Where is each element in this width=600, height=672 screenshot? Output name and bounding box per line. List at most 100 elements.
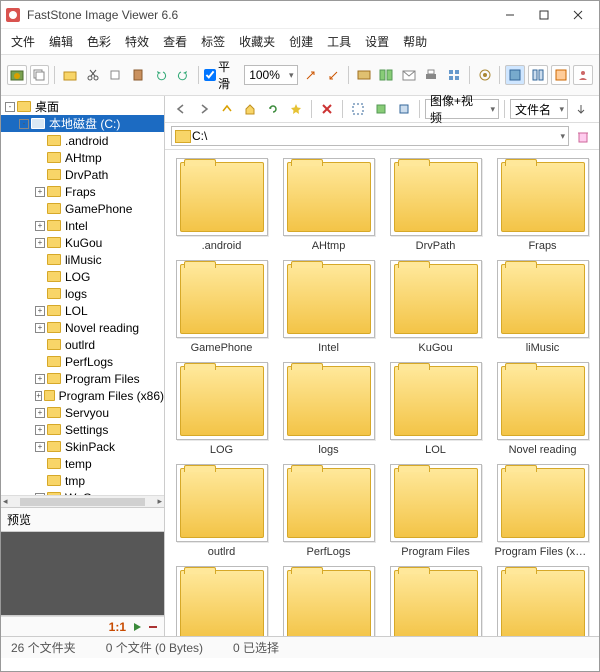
tree-hscroll[interactable]: ◂ ▸ (1, 495, 164, 507)
expander-icon[interactable]: + (35, 442, 45, 452)
view-dual-icon[interactable] (528, 65, 548, 85)
menu-item[interactable]: 查看 (159, 31, 191, 52)
nav-forward-icon[interactable] (194, 99, 214, 119)
maximize-button[interactable] (527, 5, 561, 25)
minimize-button[interactable] (493, 5, 527, 25)
view-people-icon[interactable] (573, 65, 593, 85)
paste-icon[interactable] (128, 65, 148, 85)
expander-icon[interactable]: + (35, 221, 45, 231)
thumbnail-item[interactable]: Novel reading (490, 360, 595, 458)
expander-icon[interactable]: + (35, 374, 45, 384)
tree-node[interactable]: LOG (1, 268, 164, 285)
menu-item[interactable]: 创建 (285, 31, 317, 52)
zoom-out-icon[interactable] (301, 65, 321, 85)
thumbnail-grid[interactable]: .androidAHtmpDrvPathFraps GamePhoneIntelK… (165, 150, 599, 636)
thumbnail-item[interactable]: PerfLogs (276, 462, 381, 560)
nav-up-icon[interactable] (217, 99, 237, 119)
compare-icon[interactable] (376, 65, 396, 85)
sort-dir-icon[interactable] (571, 99, 591, 119)
tree-node[interactable]: logs (1, 285, 164, 302)
expander-icon[interactable]: - (19, 119, 29, 129)
expander-icon[interactable]: + (35, 425, 45, 435)
info-icon[interactable] (394, 99, 414, 119)
tree-node[interactable]: +Fraps (1, 183, 164, 200)
menu-item[interactable]: 收藏夹 (235, 31, 279, 52)
thumbnail-item[interactable]: Intel (276, 258, 381, 356)
nav-home-icon[interactable] (240, 99, 260, 119)
folder-icon[interactable] (60, 65, 80, 85)
close-button[interactable] (561, 5, 595, 25)
expander-icon[interactable]: + (35, 391, 42, 401)
tree-node[interactable]: .android (1, 132, 164, 149)
thumbnail-item[interactable]: DrvPath (383, 156, 488, 254)
tree-node[interactable]: liMusic (1, 251, 164, 268)
expander-icon[interactable]: + (35, 306, 45, 316)
expander-icon[interactable]: + (35, 408, 45, 418)
menu-item[interactable]: 设置 (361, 31, 393, 52)
redo-icon[interactable] (173, 65, 193, 85)
thumbnail-item[interactable]: AHtmp (276, 156, 381, 254)
tree-node[interactable]: PerfLogs (1, 353, 164, 370)
tree-node[interactable]: +Settings (1, 421, 164, 438)
thumbnail-item[interactable]: temp (490, 564, 595, 636)
thumbnail-item[interactable]: LOG (169, 360, 274, 458)
smooth-checkbox[interactable]: 平滑 (204, 58, 241, 92)
delete-icon[interactable] (317, 99, 337, 119)
tree-node[interactable]: -桌面 (1, 98, 164, 115)
thumbnail-item[interactable]: Fraps (490, 156, 595, 254)
tree-node[interactable]: +LOL (1, 302, 164, 319)
thumbnail-item[interactable]: KuGou (383, 258, 488, 356)
thumbnail-item[interactable]: SkinPack (383, 564, 488, 636)
tree-node[interactable]: temp (1, 455, 164, 472)
thumbnail-item[interactable]: Program Files (383, 462, 488, 560)
thumb-size-icon[interactable] (444, 65, 464, 85)
tree-node[interactable]: +Servyou (1, 404, 164, 421)
expander-icon[interactable]: - (5, 102, 15, 112)
tree-node[interactable]: +SkinPack (1, 438, 164, 455)
email-icon[interactable] (399, 65, 419, 85)
menu-item[interactable]: 标签 (197, 31, 229, 52)
print-icon[interactable] (422, 65, 442, 85)
tree-node[interactable]: +KuGou (1, 234, 164, 251)
tree-node[interactable]: outlrd (1, 336, 164, 353)
scroll-right-icon[interactable]: ▸ (155, 496, 164, 507)
menu-item[interactable]: 帮助 (399, 31, 431, 52)
tree-node[interactable]: +Novel reading (1, 319, 164, 336)
menu-item[interactable]: 工具 (323, 31, 355, 52)
thumbnail-item[interactable]: Settings (276, 564, 381, 636)
expander-icon[interactable]: + (35, 187, 45, 197)
view-full-icon[interactable] (551, 65, 571, 85)
tree-node[interactable]: +Intel (1, 217, 164, 234)
thumbnail-item[interactable]: outlrd (169, 462, 274, 560)
folder-tree[interactable]: -桌面-本地磁盘 (C:).androidAHtmpDrvPath+FrapsG… (1, 96, 164, 495)
zoom-combo[interactable]: 100% (244, 65, 297, 85)
thumbnail-item[interactable]: Program Files (x86) (490, 462, 595, 560)
expander-icon[interactable]: + (35, 238, 45, 248)
trash-icon[interactable] (573, 126, 593, 146)
settings-icon[interactable] (475, 65, 495, 85)
play-icon[interactable] (132, 622, 142, 632)
sort-combo[interactable]: 文件名 (510, 99, 568, 119)
menu-item[interactable]: 特效 (121, 31, 153, 52)
thumbnail-item[interactable]: Servyou (169, 564, 274, 636)
nav-back-icon[interactable] (171, 99, 191, 119)
refresh-icon[interactable] (263, 99, 283, 119)
path-combo[interactable]: C:\ (171, 126, 569, 146)
slideshow-icon[interactable] (354, 65, 374, 85)
zoom-in-icon[interactable] (323, 65, 343, 85)
minus-icon[interactable] (148, 622, 158, 632)
tag-icon[interactable] (371, 99, 391, 119)
filter-combo[interactable]: 图像+视频 (425, 99, 499, 119)
tree-node[interactable]: +Program Files (x86) (1, 387, 164, 404)
tree-node[interactable]: DrvPath (1, 166, 164, 183)
thumbnail-item[interactable]: liMusic (490, 258, 595, 356)
select-icon[interactable] (348, 99, 368, 119)
tree-node[interactable]: GamePhone (1, 200, 164, 217)
expander-icon[interactable]: + (35, 323, 45, 333)
acquire-icon[interactable] (7, 65, 27, 85)
menu-item[interactable]: 文件 (7, 31, 39, 52)
favorite-icon[interactable] (286, 99, 306, 119)
thumbnail-item[interactable]: LOL (383, 360, 488, 458)
thumbnail-item[interactable]: GamePhone (169, 258, 274, 356)
thumbnail-item[interactable]: .android (169, 156, 274, 254)
